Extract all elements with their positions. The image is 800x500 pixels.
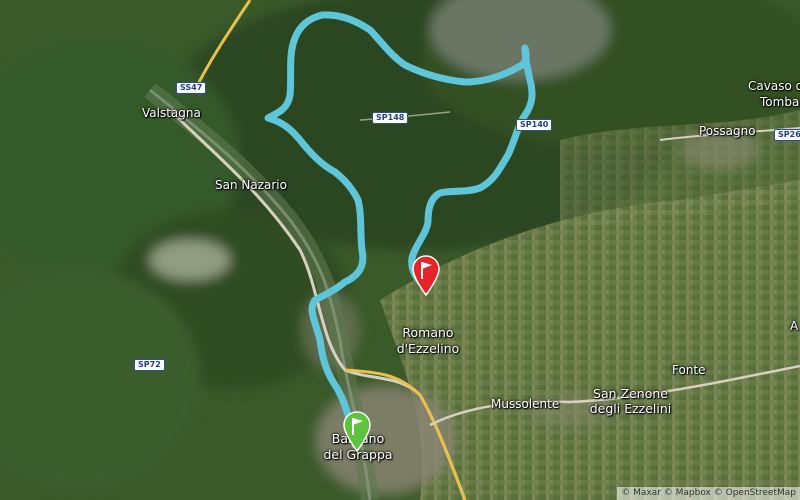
road-shield-sp26: SP26 [774, 129, 800, 141]
place-label-mussolente: Mussolente [491, 397, 560, 411]
place-label-romano: Romano d'Ezzelino [388, 326, 468, 356]
road-shield-sp140: SP140 [516, 119, 553, 131]
map-view[interactable]: SS47 SP148 SP140 SP26 SP72 Valstagna San… [0, 0, 800, 500]
start-marker[interactable] [342, 410, 372, 456]
place-label-cavaso-tomba: Tomba [760, 95, 800, 109]
finish-marker[interactable] [411, 254, 441, 300]
finish-flag-icon [412, 255, 440, 297]
map-attribution[interactable]: © Maxar © Mapbox © OpenStreetMap [617, 487, 800, 500]
route-line [264, 11, 536, 449]
place-label-edge: A [790, 319, 799, 333]
road-shield-sp148: SP148 [372, 112, 409, 124]
place-label-san-nazario: San Nazario [215, 178, 287, 192]
place-label-possagno: Possagno [699, 124, 756, 138]
place-label-valstagna: Valstagna [142, 106, 201, 120]
place-label-san-zenone: San Zenone degli Ezzelini [583, 387, 678, 416]
place-label-romano-line1: Romano [402, 325, 454, 340]
place-label-san-zenone-line2: degli Ezzelini [589, 401, 672, 416]
road-shield-sp72: SP72 [134, 359, 165, 371]
place-label-san-zenone-line1: San Zenone [593, 386, 668, 401]
road-shield-ss47: SS47 [176, 82, 207, 94]
place-label-romano-line2: d'Ezzelino [396, 341, 460, 356]
place-label-cavaso: Cavaso d [748, 79, 800, 93]
start-flag-icon [343, 411, 371, 453]
place-label-fonte: Fonte [672, 363, 706, 377]
